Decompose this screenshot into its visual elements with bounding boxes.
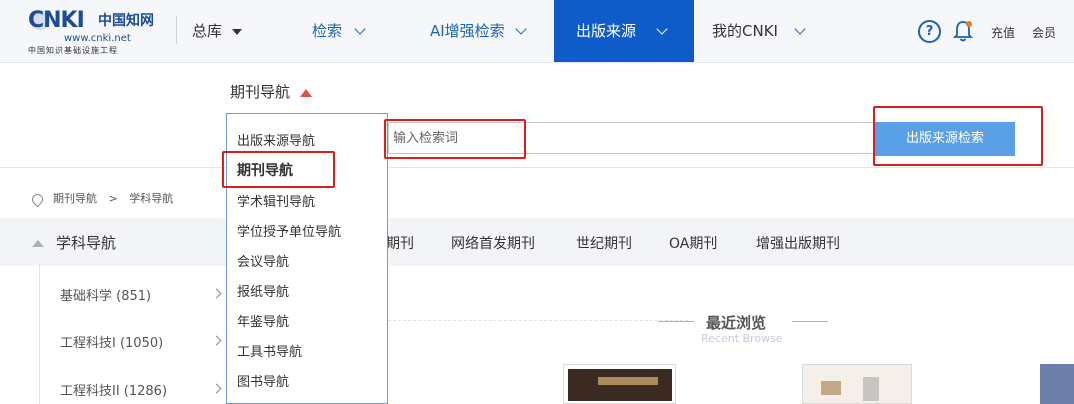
breadcrumb-level1[interactable]: 期刊导航: [53, 192, 97, 205]
dropdown-item-yearbook-nav[interactable]: 年鉴导航: [237, 311, 289, 330]
tab-journals[interactable]: 期刊: [386, 233, 414, 253]
cover-banner: [568, 369, 672, 401]
journal-nav-label: 期刊导航: [230, 83, 291, 101]
dropdown-item-degree-unit-nav[interactable]: 学位授予单位导航: [237, 221, 341, 240]
annotation-box-journal-nav: [222, 151, 335, 188]
logo-url: www.cnki.net: [64, 33, 131, 44]
chevron-right-icon[interactable]: [211, 383, 222, 394]
recent-browse-title: 最近浏览: [706, 314, 767, 332]
tab-century-journals[interactable]: 世纪期刊: [576, 233, 632, 253]
cover-figure-art: [863, 377, 879, 401]
recharge-link[interactable]: 充值: [991, 24, 1015, 41]
chevron-down-icon: [354, 23, 366, 35]
dropdown-item-reference-book-nav[interactable]: 工具书导航: [237, 341, 302, 360]
breadcrumb: 期刊导航 > 学科导航: [29, 190, 173, 207]
recent-divider: [388, 320, 688, 321]
recent-journal-cover[interactable]: [1040, 364, 1074, 404]
tab-enhanced-publishing[interactable]: 增强出版期刊: [756, 233, 840, 253]
recent-title-line-right: [792, 321, 828, 322]
top-bar: CNKI 中国知网 www.cnki.net 中国知识基础设施工程 总库 检索 …: [0, 0, 1074, 63]
recent-journal-cover[interactable]: [802, 364, 912, 404]
dropdown-item-conference-nav[interactable]: 会议导航: [237, 251, 289, 270]
chevron-right-icon[interactable]: [211, 288, 222, 299]
sidebar-item-basic-science[interactable]: 基础科学 (851): [60, 285, 151, 304]
breadcrumb-separator: >: [108, 192, 118, 205]
nav-my-cnki-label: 我的CNKI: [712, 22, 778, 40]
cover-title-art: [598, 377, 658, 385]
tab-oa-journals[interactable]: OA期刊: [669, 233, 717, 253]
dropdown-item-book-nav[interactable]: 图书导航: [237, 371, 289, 390]
nav-publication-source-label: 出版来源: [576, 22, 637, 40]
breadcrumb-level2[interactable]: 学科导航: [129, 192, 173, 205]
triangle-up-icon: [300, 88, 313, 97]
nav-ai-search-label: AI增强检索: [430, 22, 505, 40]
subject-nav-heading[interactable]: 学科导航: [32, 232, 116, 253]
cover-number-art: [821, 381, 841, 395]
cnki-logo[interactable]: CNKI 中国知网 www.cnki.net 中国知识基础设施工程: [28, 8, 178, 55]
annotation-box-search-input: [384, 119, 526, 159]
chevron-right-icon[interactable]: [211, 335, 222, 346]
member-link[interactable]: 会员: [1032, 24, 1056, 41]
recent-journal-cover[interactable]: [563, 364, 676, 404]
chevron-down-icon: [515, 23, 527, 35]
caret-down-icon: [232, 28, 243, 35]
sidebar-divider: [39, 264, 40, 404]
recent-browse-subtitle: Recent Browse: [701, 332, 783, 345]
recent-title-line-left: [658, 321, 694, 322]
dropdown-item-newspaper-nav[interactable]: 报纸导航: [237, 281, 289, 300]
chevron-down-icon: [794, 23, 806, 35]
chevron-down-icon: [656, 23, 668, 35]
sidebar-item-engineering-1[interactable]: 工程科技I (1050): [60, 332, 163, 351]
location-pin-icon: [29, 191, 46, 207]
journal-tabs-bar: [0, 218, 1074, 266]
nav-my-cnki[interactable]: 我的CNKI: [700, 0, 830, 62]
annotation-box-search-button: [873, 106, 1043, 166]
subject-nav-label: 学科导航: [56, 234, 117, 252]
header-divider: [176, 16, 177, 44]
nav-ai-search[interactable]: AI增强检索: [418, 0, 548, 62]
sidebar-item-engineering-2[interactable]: 工程科技II (1286): [60, 380, 167, 399]
logo-mark: CNKI: [28, 8, 85, 33]
nav-publication-source[interactable]: 出版来源: [554, 0, 694, 62]
logo-title: 中国知网: [98, 13, 154, 29]
bell-icon[interactable]: [953, 19, 973, 43]
library-label: 总库: [192, 22, 223, 40]
nav-search[interactable]: 检索: [297, 0, 397, 62]
dropdown-item-source-nav[interactable]: 出版来源导航: [237, 130, 315, 149]
nav-search-label: 检索: [312, 22, 343, 40]
library-selector[interactable]: 总库: [192, 20, 243, 41]
dropdown-item-academic-series-nav[interactable]: 学术辑刊导航: [237, 191, 315, 210]
help-icon[interactable]: ?: [918, 20, 941, 43]
logo-subtitle: 中国知识基础设施工程: [28, 46, 118, 55]
triangle-up-icon: [32, 240, 44, 247]
tab-online-first[interactable]: 网络首发期刊: [451, 233, 535, 253]
journal-nav-toggle[interactable]: 期刊导航: [230, 81, 313, 102]
